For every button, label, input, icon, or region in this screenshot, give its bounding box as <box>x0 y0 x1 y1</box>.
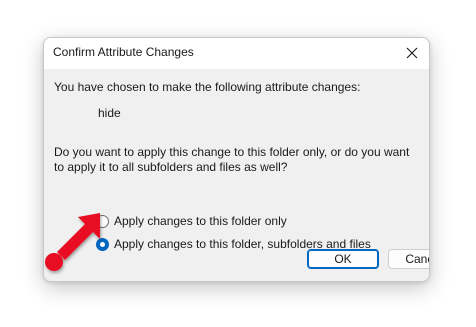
option-label: Apply changes to this folder only <box>114 214 287 228</box>
option-this-folder-only[interactable]: Apply changes to this folder only <box>96 214 287 228</box>
close-button[interactable] <box>399 41 425 65</box>
attribute-change-item: hide <box>98 106 121 120</box>
dialog-title: Confirm Attribute Changes <box>53 45 194 59</box>
red-arrow-pointer-icon <box>45 213 100 271</box>
screenshot-stage: Confirm Attribute Changes You have chose… <box>0 0 476 327</box>
intro-text: You have chosen to make the following at… <box>54 80 361 94</box>
close-icon <box>406 47 418 59</box>
ok-button[interactable]: OK <box>307 249 379 269</box>
apply-question-text: Do you want to apply this change to this… <box>54 145 410 174</box>
cancel-button[interactable]: Cancel <box>388 249 429 269</box>
title-bar: Confirm Attribute Changes <box>44 38 429 68</box>
